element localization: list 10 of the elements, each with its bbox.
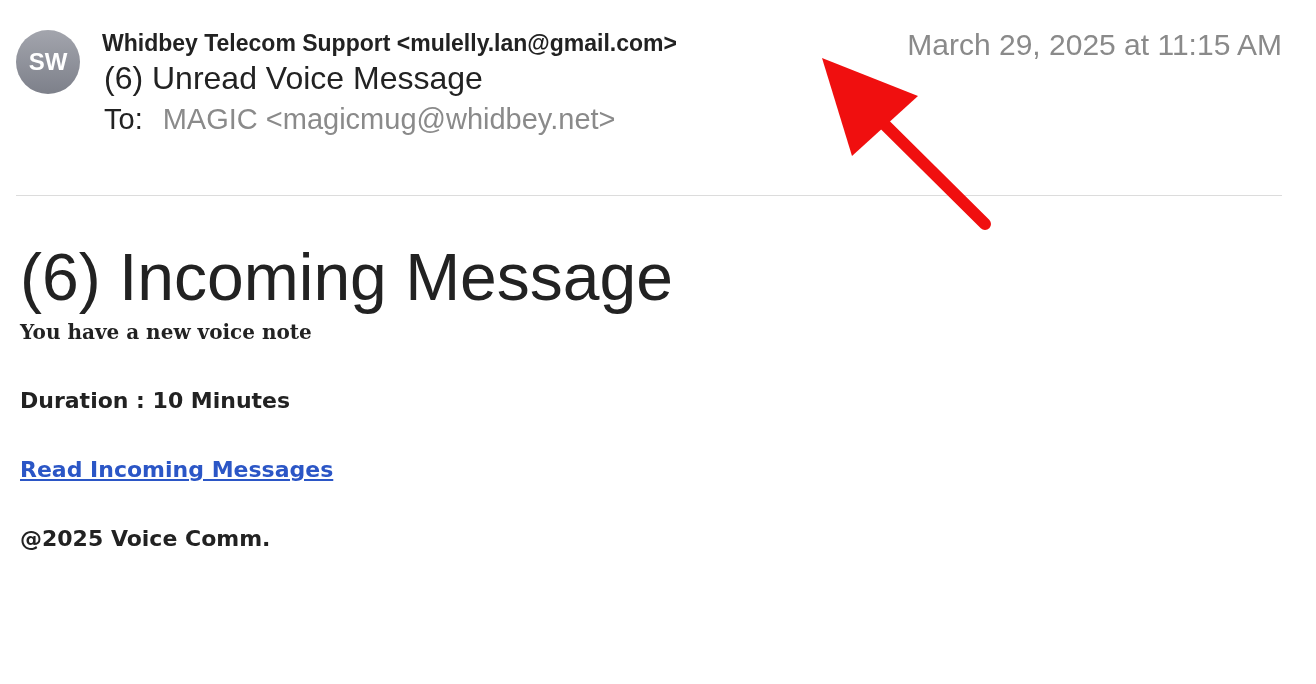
duration-text: Duration : 10 Minutes (20, 388, 291, 413)
sender-name: Whidbey Telecom Support <mulelly.lan@gmail.com> (102, 30, 677, 57)
footer-text: @2025 Voice Comm. (20, 526, 271, 551)
recipient: MAGIC <magicmug@whidbey.net> (162, 103, 616, 136)
to-label: To: (104, 103, 143, 136)
read-messages-link[interactable]: Read Incoming Messages (20, 457, 334, 482)
avatar: SW (16, 30, 80, 94)
intro-text: You have a new voice note (20, 320, 313, 344)
message-date: March 29, 2025 at 11:15 AM (907, 28, 1282, 62)
subject: (6) Unread Voice Message (104, 60, 484, 97)
